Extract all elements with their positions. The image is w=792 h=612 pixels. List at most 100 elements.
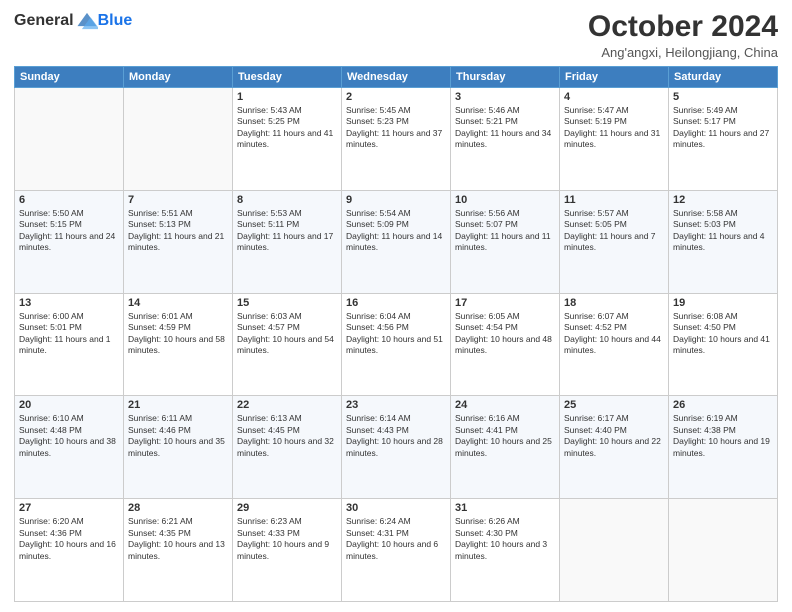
cell-info: Sunrise: 6:19 AMSunset: 4:38 PMDaylight:… xyxy=(673,413,773,459)
calendar-cell: 17 Sunrise: 6:05 AMSunset: 4:54 PMDayligh… xyxy=(451,293,560,396)
calendar-cell: 26 Sunrise: 6:19 AMSunset: 4:38 PMDayligh… xyxy=(669,396,778,499)
day-number: 1 xyxy=(237,91,337,103)
cell-info: Sunrise: 6:10 AMSunset: 4:48 PMDaylight:… xyxy=(19,413,119,459)
cell-info: Sunrise: 6:16 AMSunset: 4:41 PMDaylight:… xyxy=(455,413,555,459)
calendar-cell: 1 Sunrise: 5:43 AMSunset: 5:25 PMDaylight… xyxy=(233,88,342,191)
cell-info: Sunrise: 5:56 AMSunset: 5:07 PMDaylight:… xyxy=(455,208,555,254)
cell-info: Sunrise: 5:58 AMSunset: 5:03 PMDaylight:… xyxy=(673,208,773,254)
day-number: 30 xyxy=(346,502,446,514)
calendar-cell: 30 Sunrise: 6:24 AMSunset: 4:31 PMDayligh… xyxy=(342,499,451,602)
day-number: 20 xyxy=(19,399,119,411)
calendar-cell: 13 Sunrise: 6:00 AMSunset: 5:01 PMDayligh… xyxy=(15,293,124,396)
calendar-cell: 19Sunrise: 6:08 AMSunset: 4:50 PMDayligh… xyxy=(669,293,778,396)
cell-info: Sunrise: 6:00 AMSunset: 5:01 PMDaylight:… xyxy=(19,311,119,357)
calendar-cell: 23Sunrise: 6:14 AMSunset: 4:43 PMDayligh… xyxy=(342,396,451,499)
logo: General Blue xyxy=(14,10,132,32)
cell-info: Sunrise: 6:26 AMSunset: 4:30 PMDaylight:… xyxy=(455,516,555,562)
cell-info: Sunrise: 6:13 AMSunset: 4:45 PMDaylight:… xyxy=(237,413,337,459)
calendar-cell: 21Sunrise: 6:11 AMSunset: 4:46 PMDayligh… xyxy=(124,396,233,499)
day-number: 13 xyxy=(19,297,119,309)
cell-info: Sunrise: 5:53 AMSunset: 5:11 PMDaylight:… xyxy=(237,208,337,254)
day-number: 26 xyxy=(673,399,773,411)
calendar-cell: 29 Sunrise: 6:23 AMSunset: 4:33 PMDayligh… xyxy=(233,499,342,602)
day-number: 24 xyxy=(455,399,555,411)
day-number: 27 xyxy=(19,502,119,514)
day-number: 18 xyxy=(564,297,664,309)
day-number: 12 xyxy=(673,194,773,206)
day-number: 31 xyxy=(455,502,555,514)
day-number: 3 xyxy=(455,91,555,103)
month-title: October 2024 xyxy=(588,10,778,43)
calendar-cell xyxy=(560,499,669,602)
calendar-cell: 6Sunrise: 5:50 AMSunset: 5:15 PMDaylight… xyxy=(15,190,124,293)
calendar-table: SundayMondayTuesdayWednesdayThursdayFrid… xyxy=(14,66,778,602)
day-number: 23 xyxy=(346,399,446,411)
calendar-cell: 5Sunrise: 5:49 AMSunset: 5:17 PMDaylight… xyxy=(669,88,778,191)
title-block: October 2024 Ang'angxi, Heilongjiang, Ch… xyxy=(588,10,778,60)
week-row-2: 6Sunrise: 5:50 AMSunset: 5:15 PMDaylight… xyxy=(15,190,778,293)
cell-info: Sunrise: 5:47 AMSunset: 5:19 PMDaylight:… xyxy=(564,105,664,151)
day-of-week-wednesday: Wednesday xyxy=(342,67,451,88)
cell-info: Sunrise: 6:24 AMSunset: 4:31 PMDaylight:… xyxy=(346,516,446,562)
calendar-cell: 10Sunrise: 5:56 AMSunset: 5:07 PMDayligh… xyxy=(451,190,560,293)
page: General Blue October 2024 Ang'angxi, Hei… xyxy=(0,0,792,612)
calendar-cell: 27 Sunrise: 6:20 AMSunset: 4:36 PMDayligh… xyxy=(15,499,124,602)
calendar-cell: 18 Sunrise: 6:07 AMSunset: 4:52 PMDayligh… xyxy=(560,293,669,396)
week-row-1: 1 Sunrise: 5:43 AMSunset: 5:25 PMDaylight… xyxy=(15,88,778,191)
cell-info: Sunrise: 5:50 AMSunset: 5:15 PMDaylight:… xyxy=(19,208,119,254)
calendar-cell: 11 Sunrise: 5:57 AMSunset: 5:05 PMDayligh… xyxy=(560,190,669,293)
day-number: 11 xyxy=(564,194,664,206)
cell-info: Sunrise: 6:07 AMSunset: 4:52 PMDaylight:… xyxy=(564,311,664,357)
cell-info: Sunrise: 6:23 AMSunset: 4:33 PMDaylight:… xyxy=(237,516,337,562)
cell-info: Sunrise: 6:21 AMSunset: 4:35 PMDaylight:… xyxy=(128,516,228,562)
calendar-cell: 31 Sunrise: 6:26 AMSunset: 4:30 PMDayligh… xyxy=(451,499,560,602)
cell-info: Sunrise: 5:43 AMSunset: 5:25 PMDaylight:… xyxy=(237,105,337,151)
day-number: 9 xyxy=(346,194,446,206)
calendar-cell: 24 Sunrise: 6:16 AMSunset: 4:41 PMDayligh… xyxy=(451,396,560,499)
calendar-cell: 2Sunrise: 5:45 AMSunset: 5:23 PMDaylight… xyxy=(342,88,451,191)
logo-icon xyxy=(76,10,98,32)
calendar-cell: 22 Sunrise: 6:13 AMSunset: 4:45 PMDayligh… xyxy=(233,396,342,499)
day-of-week-friday: Friday xyxy=(560,67,669,88)
logo-text: General Blue xyxy=(14,10,132,32)
cell-info: Sunrise: 5:57 AMSunset: 5:05 PMDaylight:… xyxy=(564,208,664,254)
cell-info: Sunrise: 6:20 AMSunset: 4:36 PMDaylight:… xyxy=(19,516,119,562)
calendar-cell: 4 Sunrise: 5:47 AMSunset: 5:19 PMDaylight… xyxy=(560,88,669,191)
day-number: 16 xyxy=(346,297,446,309)
cell-info: Sunrise: 6:04 AMSunset: 4:56 PMDaylight:… xyxy=(346,311,446,357)
day-number: 22 xyxy=(237,399,337,411)
day-number: 19 xyxy=(673,297,773,309)
calendar-cell: 25Sunrise: 6:17 AMSunset: 4:40 PMDayligh… xyxy=(560,396,669,499)
calendar-cell xyxy=(669,499,778,602)
calendar-cell xyxy=(124,88,233,191)
day-of-week-thursday: Thursday xyxy=(451,67,560,88)
day-number: 15 xyxy=(237,297,337,309)
logo-blue: Blue xyxy=(98,12,133,30)
day-number: 7 xyxy=(128,194,228,206)
calendar-cell: 7Sunrise: 5:51 AMSunset: 5:13 PMDaylight… xyxy=(124,190,233,293)
day-of-week-monday: Monday xyxy=(124,67,233,88)
cell-info: Sunrise: 6:05 AMSunset: 4:54 PMDaylight:… xyxy=(455,311,555,357)
day-number: 14 xyxy=(128,297,228,309)
logo-general: General xyxy=(14,12,74,30)
calendar-cell: 14Sunrise: 6:01 AMSunset: 4:59 PMDayligh… xyxy=(124,293,233,396)
day-number: 17 xyxy=(455,297,555,309)
calendar-cell: 20 Sunrise: 6:10 AMSunset: 4:48 PMDayligh… xyxy=(15,396,124,499)
cell-info: Sunrise: 6:11 AMSunset: 4:46 PMDaylight:… xyxy=(128,413,228,459)
week-row-4: 20 Sunrise: 6:10 AMSunset: 4:48 PMDayligh… xyxy=(15,396,778,499)
cell-info: Sunrise: 6:17 AMSunset: 4:40 PMDaylight:… xyxy=(564,413,664,459)
week-row-5: 27 Sunrise: 6:20 AMSunset: 4:36 PMDayligh… xyxy=(15,499,778,602)
calendar-cell: 3 Sunrise: 5:46 AMSunset: 5:21 PMDaylight… xyxy=(451,88,560,191)
calendar-cell: 28Sunrise: 6:21 AMSunset: 4:35 PMDayligh… xyxy=(124,499,233,602)
calendar-cell: 12 Sunrise: 5:58 AMSunset: 5:03 PMDayligh… xyxy=(669,190,778,293)
cell-info: Sunrise: 5:46 AMSunset: 5:21 PMDaylight:… xyxy=(455,105,555,151)
day-number: 4 xyxy=(564,91,664,103)
day-number: 8 xyxy=(237,194,337,206)
day-number: 29 xyxy=(237,502,337,514)
calendar-cell: 15 Sunrise: 6:03 AMSunset: 4:57 PMDayligh… xyxy=(233,293,342,396)
day-number: 5 xyxy=(673,91,773,103)
location-title: Ang'angxi, Heilongjiang, China xyxy=(588,45,778,60)
calendar-cell: 16 Sunrise: 6:04 AMSunset: 4:56 PMDayligh… xyxy=(342,293,451,396)
cell-info: Sunrise: 5:54 AMSunset: 5:09 PMDaylight:… xyxy=(346,208,446,254)
cell-info: Sunrise: 6:03 AMSunset: 4:57 PMDaylight:… xyxy=(237,311,337,357)
